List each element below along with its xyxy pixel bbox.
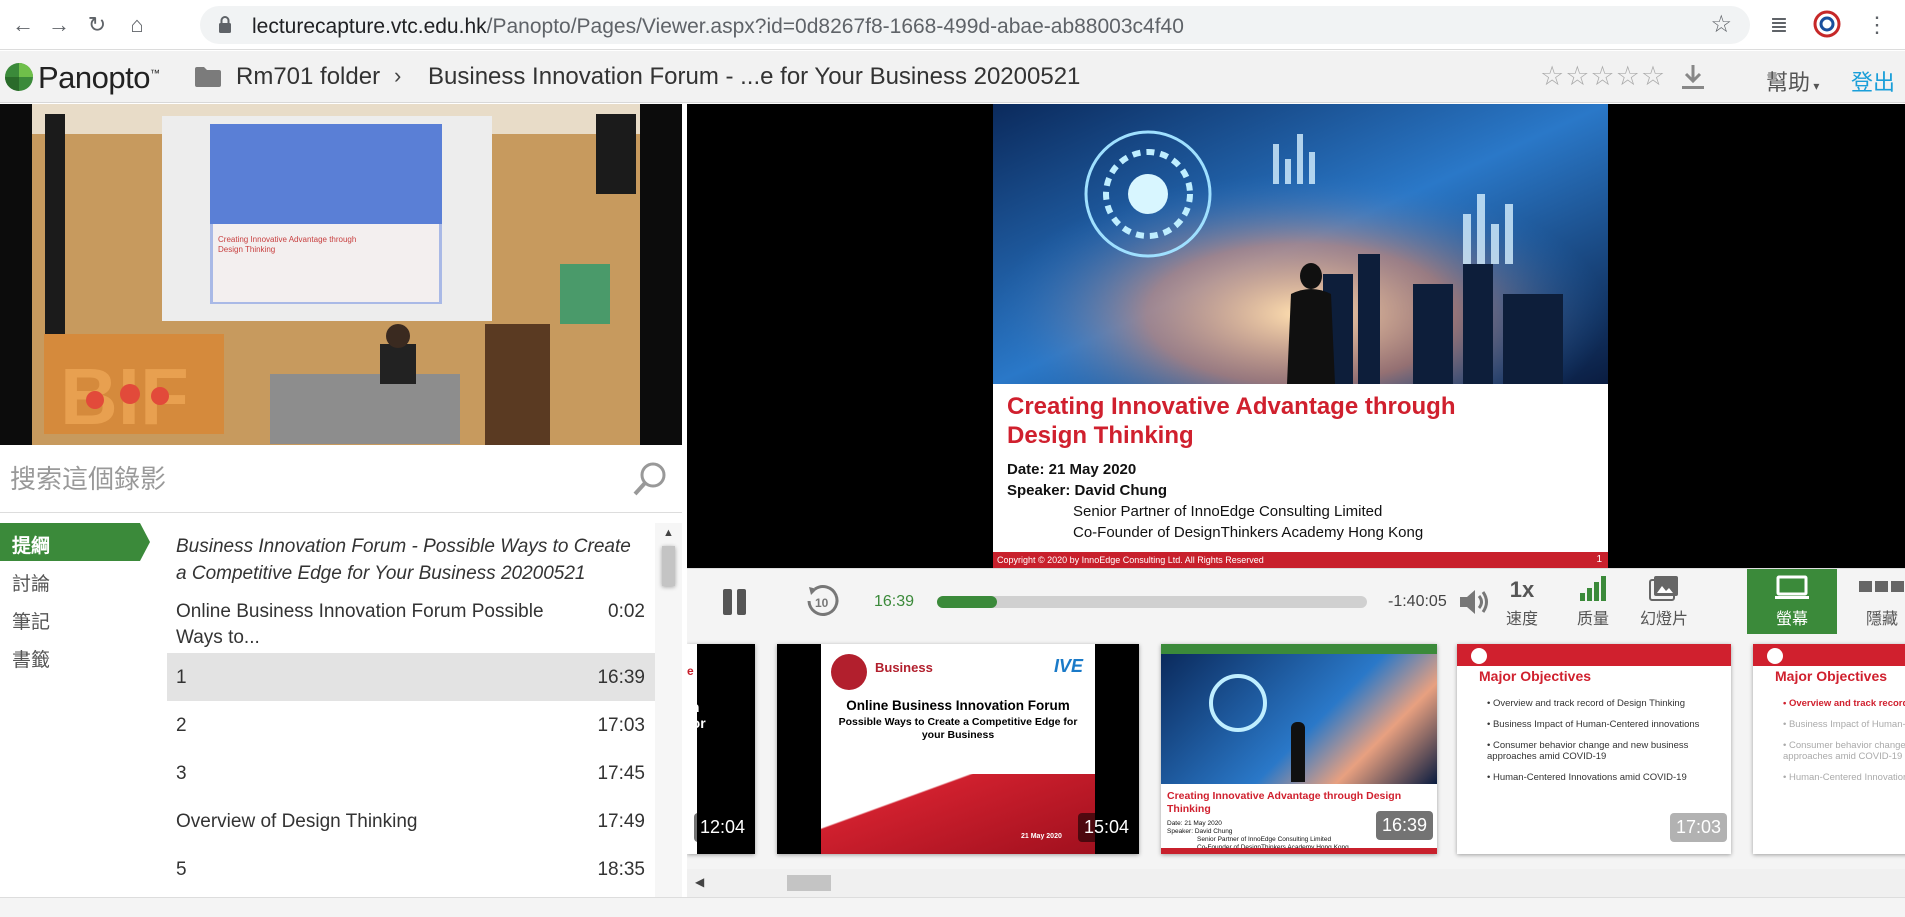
bookmark-star-icon[interactable]: ☆ [1710, 10, 1732, 39]
outline-scrollbar[interactable]: ▲ ▼ [655, 523, 682, 917]
signal-bars-icon [1558, 575, 1628, 605]
list-item[interactable]: 1 16:39 [167, 653, 655, 701]
search-input[interactable] [10, 459, 610, 499]
menu-icon[interactable]: ⋮ [1862, 10, 1892, 40]
tab-outline[interactable]: 提綱 [0, 523, 150, 561]
svg-text:Creating Innovative Advantage: Creating Innovative Advantage through [218, 235, 356, 244]
speed-button[interactable]: 1x 速度 [1487, 575, 1557, 631]
folder-icon [195, 67, 221, 87]
chevron-right-icon: › [394, 63, 402, 88]
thumbnail[interactable]: Major Objectives Overview and track reco… [1753, 644, 1905, 854]
list-item[interactable]: Overview of Design Thinking 17:49 [167, 797, 655, 845]
status-bar [0, 897, 1905, 917]
hide-panels-icon [1847, 575, 1905, 605]
thumbnail-strip: e m for 12:04 Business IVE Online Busine… [687, 634, 1905, 869]
thumbnail[interactable]: Business IVE Online Business Innovation … [777, 644, 1139, 854]
speed-icon: 1x [1509, 577, 1535, 602]
svg-text:10: 10 [815, 596, 829, 610]
list-item[interactable]: 5 18:35 [167, 845, 655, 893]
thumbnail[interactable]: e m for 12:04 [687, 644, 755, 854]
left-pane: Creating Innovative Advantage through De… [0, 104, 682, 917]
seek-bar[interactable] [937, 596, 1367, 608]
panopto-logo-icon [5, 63, 33, 91]
svg-text:Design Thinking: Design Thinking [218, 245, 275, 254]
outline-heading[interactable]: Business Innovation Forum - Possible Way… [167, 523, 655, 595]
player-controls: 10 16:39 -1:40:05 1x 速度 质量 幻燈片 螢幕 隱藏 [687, 568, 1905, 635]
back-icon[interactable]: ← [8, 10, 38, 40]
tab-notes[interactable]: 筆記 [0, 599, 150, 637]
download-icon[interactable] [1680, 63, 1706, 91]
url-text: lecturecapture.vtc.edu.hk/Panopto/Pages/… [252, 15, 1184, 38]
slide-title: Creating Innovative Advantage through De… [1007, 393, 1456, 449]
folder-link[interactable]: Rm701 folder [236, 63, 380, 91]
browser-toolbar: ← → ↻ ⌂ lecturecapture.vtc.edu.hk/Panopt… [0, 0, 1905, 50]
quality-button[interactable]: 质量 [1558, 575, 1628, 631]
volume-icon[interactable] [1457, 587, 1491, 617]
tab-bookmarks[interactable]: 書籤 [0, 637, 150, 675]
forward-icon[interactable]: → [44, 10, 74, 40]
remaining-time: -1:40:05 [1388, 593, 1447, 610]
image-icon [1629, 575, 1699, 605]
home-icon[interactable]: ⌂ [122, 10, 152, 40]
thumbnail-current[interactable]: Creating Innovative Advantage through De… [1161, 644, 1437, 854]
list-item[interactable]: 2 17:03 [167, 701, 655, 749]
search-bar [0, 445, 682, 513]
slide-footer: Copyright © 2020 by InnoEdge Consulting … [993, 552, 1608, 568]
monitor-icon [1747, 575, 1837, 605]
help-menu[interactable]: 幫助 ▾ [1766, 65, 1819, 97]
seek-bar-fill [937, 596, 998, 608]
rewind-10-icon[interactable]: 10 [805, 583, 841, 619]
current-time: 16:39 [874, 593, 915, 610]
thumbnail-scrollbar[interactable]: ◀ [687, 869, 1905, 897]
panopto-header: Panopto™ Rm701 folder › Business Innovat… [0, 51, 1905, 103]
lock-icon [219, 16, 231, 33]
scroll-up-icon[interactable]: ▲ [663, 527, 674, 539]
reload-icon[interactable]: ↻ [82, 10, 112, 40]
hide-button[interactable]: 隱藏 [1847, 575, 1905, 631]
search-icon[interactable] [632, 461, 668, 497]
scrollbar-thumb[interactable] [662, 546, 675, 586]
side-tabs: 提綱 討論 筆記 書籤 [0, 523, 160, 675]
logout-link[interactable]: 登出 [1851, 65, 1895, 97]
session-title: Business Innovation Forum - ...e for You… [428, 63, 1081, 90]
thumbnail[interactable]: Major Objectives Overview and track reco… [1457, 644, 1731, 854]
tab-discussion[interactable]: 討論 [0, 561, 150, 599]
panopto-logo-text[interactable]: Panopto™ [38, 60, 160, 96]
pause-button[interactable] [723, 589, 747, 615]
outline-list: Business Innovation Forum - Possible Way… [167, 523, 655, 917]
slide-hero-image [993, 104, 1608, 384]
slides-button[interactable]: 幻燈片 [1629, 575, 1699, 631]
list-item[interactable]: Online Business Innovation Forum Possibl… [167, 595, 655, 653]
rating-stars[interactable]: ☆☆☆☆☆ [1540, 61, 1666, 92]
scroll-left-icon[interactable]: ◀ [695, 875, 704, 889]
extension-icon[interactable] [1812, 10, 1842, 40]
media-control-icon[interactable]: ≣ [1764, 10, 1794, 40]
scrollbar-thumb[interactable] [787, 875, 831, 891]
list-item[interactable]: 3 17:45 [167, 749, 655, 797]
current-slide: Creating Innovative Advantage through De… [993, 104, 1608, 568]
camera-video[interactable]: Creating Innovative Advantage through De… [0, 104, 682, 445]
slide-player[interactable]: Creating Innovative Advantage through De… [687, 104, 1905, 568]
address-bar[interactable]: lecturecapture.vtc.edu.hk/Panopto/Pages/… [200, 6, 1750, 44]
slide-info: Date: 21 May 2020 Speaker: David Chung S… [1007, 461, 1424, 541]
screen-button[interactable]: 螢幕 [1747, 569, 1837, 635]
